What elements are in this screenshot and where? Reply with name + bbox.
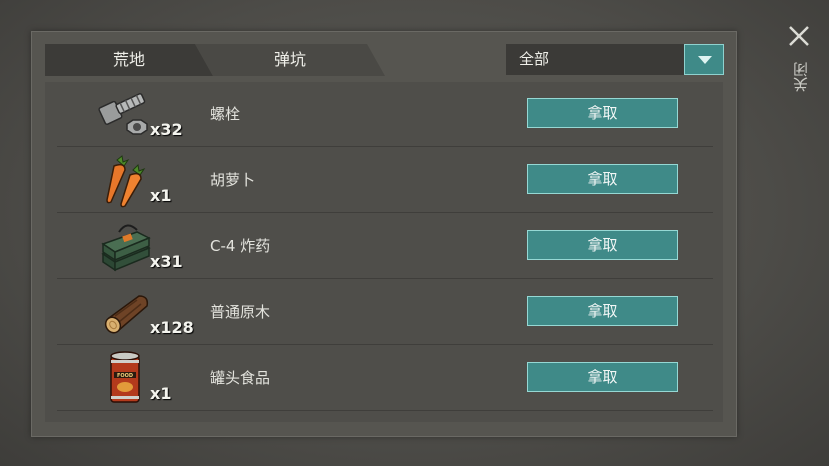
item-quantity: x1 — [150, 186, 172, 205]
list-item: x32 螺栓 拿取 — [57, 82, 713, 147]
list-item: FOOD x1 罐头食品 拿取 — [57, 346, 713, 411]
item-list: x32 螺栓 拿取 x1 胡萝卜 拿取 x31 C-4 炸药 拿取 x128 普… — [45, 82, 723, 422]
dropdown-toggle-button[interactable] — [684, 44, 724, 75]
list-item: x1 胡萝卜 拿取 — [57, 148, 713, 213]
close-button[interactable]: 关闭 — [785, 22, 813, 102]
can-label: FOOD — [117, 373, 133, 379]
item-name: C-4 炸药 — [210, 237, 271, 255]
filter-selected: 全部 — [519, 50, 550, 68]
carrot-icon — [106, 155, 146, 208]
list-item: x128 普通原木 拿取 — [57, 280, 713, 345]
item-quantity: x128 — [150, 318, 194, 337]
item-name: 螺栓 — [210, 105, 241, 123]
item-quantity: x1 — [150, 384, 172, 403]
take-button[interactable]: 拿取 — [527, 164, 678, 194]
filter-dropdown[interactable]: 全部 — [506, 44, 724, 75]
take-button[interactable]: 拿取 — [527, 362, 678, 392]
item-name: 普通原木 — [210, 303, 271, 321]
item-name: 胡萝卜 — [210, 171, 256, 189]
close-icon — [789, 26, 809, 46]
tab-crater[interactable]: 弹坑 — [195, 44, 385, 76]
triangle-down-icon — [698, 56, 712, 64]
item-name: 罐头食品 — [210, 369, 271, 387]
take-button[interactable]: 拿取 — [527, 230, 678, 260]
take-button[interactable]: 拿取 — [527, 296, 678, 326]
log-icon — [104, 295, 149, 334]
take-button[interactable]: 拿取 — [527, 98, 678, 128]
c4-explosive-icon — [101, 224, 151, 272]
bolt-icon — [98, 93, 148, 135]
list-item: x31 C-4 炸药 拿取 — [57, 214, 713, 279]
canned-food-icon: FOOD — [110, 351, 140, 403]
location-tabs: 荒地 弹坑 — [45, 44, 385, 76]
close-label: 关闭 — [792, 62, 810, 92]
item-quantity: x32 — [150, 120, 183, 139]
item-quantity: x31 — [150, 252, 183, 271]
loot-panel: 荒地 弹坑 全部 x32 螺栓 拿取 x1 胡萝卜 拿取 x31 C-4 炸药 … — [31, 31, 737, 437]
tab-wasteland[interactable]: 荒地 — [45, 44, 213, 76]
